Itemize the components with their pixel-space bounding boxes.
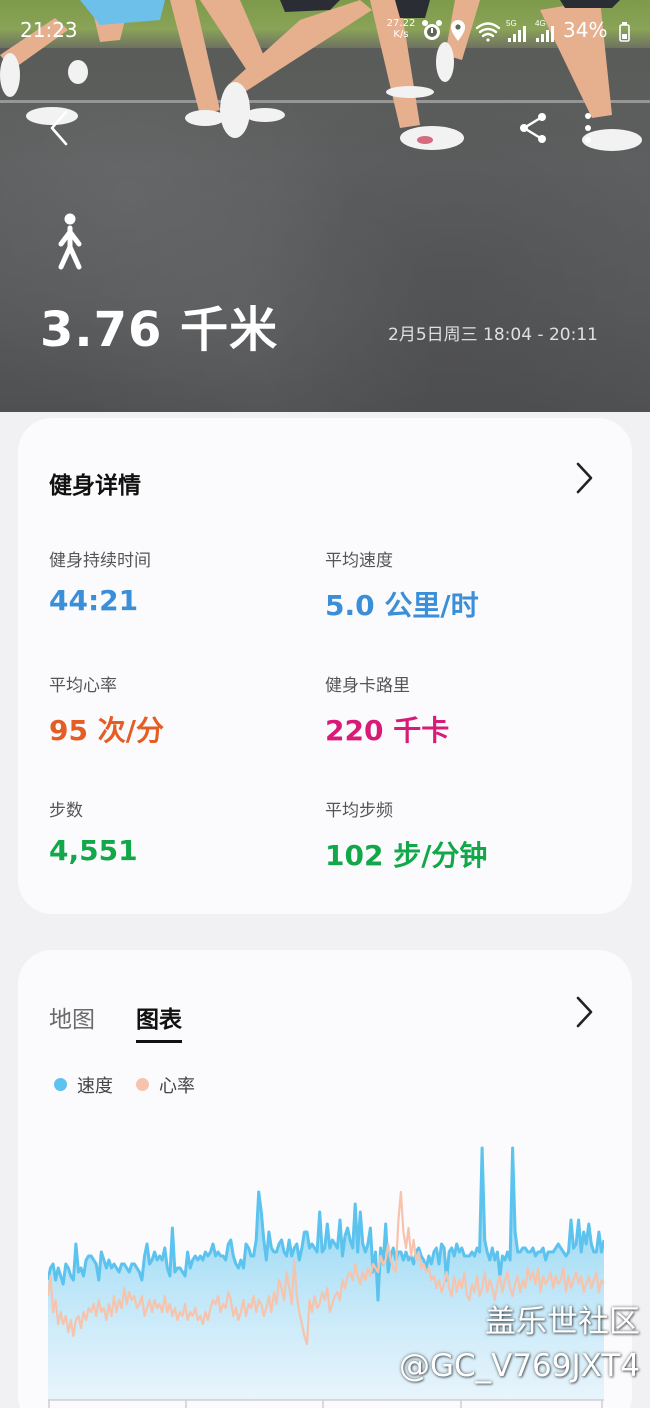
stat-label: 平均心率 bbox=[49, 676, 117, 696]
signal-4g-icon: 4G bbox=[535, 19, 554, 42]
walk-icon bbox=[58, 213, 82, 270]
legend-label: 心率 bbox=[159, 1076, 195, 1097]
hero-banner: 21:23 27.22 K/s 5G 4G 34% 3.76 千米 2月5日周三… bbox=[0, 0, 650, 412]
signal-5g-icon: 5G bbox=[506, 19, 526, 42]
svg-text:4G: 4G bbox=[535, 19, 546, 28]
stat-value: 4,551 bbox=[49, 834, 138, 867]
stat-label: 平均速度 bbox=[325, 551, 393, 571]
tab-chart[interactable]: 图表 bbox=[136, 1000, 182, 1043]
wifi-icon bbox=[475, 22, 501, 42]
status-bar: 21:23 27.22 K/s 5G 4G 34% bbox=[0, 0, 650, 62]
stat-value: 102 步/分钟 bbox=[325, 839, 488, 872]
net-speed-value: 27.22 bbox=[386, 18, 416, 29]
legend-item-heart-rate[interactable]: 心率 bbox=[136, 1072, 195, 1098]
stat-label: 健身持续时间 bbox=[49, 551, 151, 571]
legend-dot-heart-rate bbox=[136, 1078, 149, 1091]
battery-icon bbox=[619, 22, 630, 42]
workout-details-card: 健身详情 健身持续时间 44:21 平均速度 5.0 公里/时 平均心率 95 … bbox=[18, 418, 632, 914]
stat-calories: 健身卡路里 220 千卡 bbox=[325, 671, 595, 749]
legend-item-speed[interactable]: 速度 bbox=[54, 1072, 113, 1098]
back-icon[interactable] bbox=[40, 106, 80, 150]
stat-avg-cadence: 平均步频 102 步/分钟 bbox=[325, 796, 595, 874]
chevron-right-icon[interactable] bbox=[573, 995, 595, 1029]
stat-value: 5.0 公里/时 bbox=[325, 589, 479, 622]
stat-label: 健身卡路里 bbox=[325, 676, 410, 696]
stat-avg-heart-rate: 平均心率 95 次/分 bbox=[49, 671, 319, 749]
stat-duration: 健身持续时间 44:21 bbox=[49, 546, 319, 617]
stat-value: 44:21 bbox=[49, 584, 139, 617]
location-icon bbox=[451, 20, 465, 41]
stat-avg-speed: 平均速度 5.0 公里/时 bbox=[325, 546, 595, 624]
share-icon[interactable] bbox=[514, 108, 554, 148]
stat-steps: 步数 4,551 bbox=[49, 796, 319, 867]
stat-label: 步数 bbox=[49, 801, 83, 821]
legend-dot-speed bbox=[54, 1078, 67, 1091]
tab-map[interactable]: 地图 bbox=[49, 1000, 95, 1034]
details-title: 健身详情 bbox=[49, 473, 141, 499]
battery-percent: 34% bbox=[563, 18, 608, 42]
distance-value: 3.76 千米 bbox=[40, 302, 279, 358]
net-speed: 27.22 K/s bbox=[384, 18, 418, 40]
watermark-line2: @GC_V769JXT4 bbox=[398, 1348, 640, 1384]
stat-label: 平均步频 bbox=[325, 801, 393, 821]
stat-value: 220 千卡 bbox=[325, 714, 450, 747]
alarm-icon bbox=[422, 20, 442, 40]
stat-value: 95 次/分 bbox=[49, 714, 164, 747]
legend-label: 速度 bbox=[77, 1076, 113, 1097]
svg-text:5G: 5G bbox=[506, 19, 517, 28]
net-speed-unit: K/s bbox=[393, 29, 409, 40]
more-options-icon[interactable] bbox=[572, 108, 604, 148]
x-axis-ticks bbox=[48, 1399, 604, 1408]
chevron-right-icon[interactable] bbox=[573, 461, 595, 495]
watermark: 盖乐世社区 @GC_V769JXT4 bbox=[399, 1300, 640, 1388]
watermark-line1: 盖乐世社区 bbox=[485, 1304, 640, 1340]
status-time: 21:23 bbox=[20, 18, 78, 42]
workout-date-range: 2月5日周三 18:04 - 20:11 bbox=[388, 325, 598, 345]
